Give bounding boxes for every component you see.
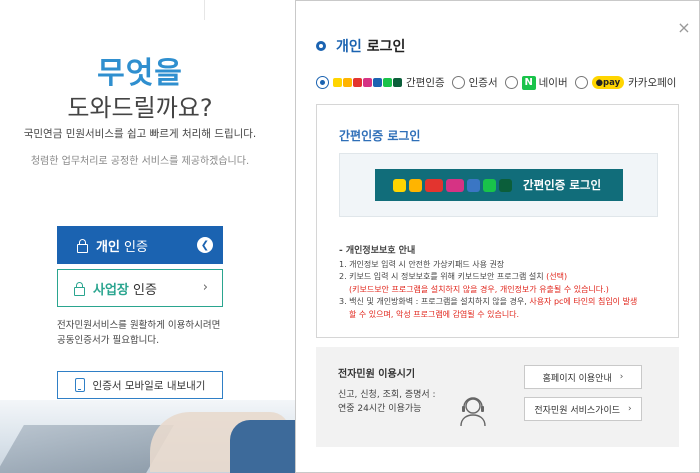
easy-auth-panel: 간편인증 로그인 [339, 153, 658, 217]
login-modal: × 개인 로그인 간편인증 인증서 N 네이버 ● pay 카카오페이 간편인증… [295, 0, 700, 473]
radio-easy-auth[interactable]: 간편인증 [316, 75, 445, 90]
kakaopay-icon: ● pay [591, 76, 625, 89]
radio-certificate[interactable]: 인증서 [451, 75, 498, 90]
headline-line2: 도와드릴까요? [67, 94, 213, 122]
radio-button[interactable] [574, 76, 588, 89]
subtitle-secondary: 청렴한 업무처리로 공정한 서비스를 제공하겠습니다. [30, 156, 250, 167]
provider-icon [409, 178, 422, 192]
certificate-notice: 전자민원서비스를 원활하게 이용하시려면 공동인증서가 필요합니다. [57, 320, 221, 346]
chevron-right-icon: › [202, 280, 208, 295]
divider [204, 0, 205, 20]
login-method-radio-group: 간편인증 인증서 N 네이버 ● pay 카카오페이 [316, 75, 683, 90]
chevron-left-icon: ❮ [197, 237, 213, 253]
privacy-notice: - 개인정보보호 안내 1. 개인정보 입력 시 안전한 가상키패드 사용 권장… [339, 246, 638, 319]
chevron-right-icon: › [628, 404, 632, 414]
subtitle-primary: 국민연금 민원서비스를 쉽고 빠르게 처리해 드립니다. [23, 128, 257, 140]
radio-kakaopay[interactable]: ● pay 카카오페이 [574, 75, 677, 90]
section-title: 간편인증 로그인 [339, 129, 421, 143]
personal-auth-button[interactable]: 개인 인증 ❮ [57, 226, 223, 264]
footer-line2: 연중 24시간 이용가능 [338, 404, 422, 414]
homepage-guide-button[interactable]: 홈페이지 이용안내 › [524, 365, 642, 389]
service-guide-button[interactable]: 전자민원 서비스가이드 › [524, 397, 642, 421]
export-to-mobile-button[interactable]: 인증서 모바일로 내보내기 [57, 371, 223, 399]
modal-title: 개인 로그인 [316, 36, 405, 56]
lock-icon [77, 239, 88, 253]
title-bullet-icon [316, 41, 326, 51]
provider-icon [425, 178, 443, 192]
chevron-right-icon: › [619, 372, 624, 382]
export-to-mobile-label: 인증서 모바일로 내보내기 [92, 379, 206, 392]
footer-line1: 신고, 신청, 조회, 증명서 : [338, 390, 436, 400]
easy-auth-section: 간편인증 로그인 간편인증 로그인 - 개인정보보호 안내 1. 개인정보 입력… [316, 104, 679, 338]
naver-icon [483, 178, 496, 192]
radio-naver[interactable]: N 네이버 [504, 75, 568, 90]
footer-title: 전자민원 이용시기 [338, 369, 416, 380]
radio-label: 카카오페이 [628, 77, 677, 89]
radio-button[interactable] [316, 76, 329, 89]
lock-icon [74, 282, 85, 296]
service-hours-footer: 전자민원 이용시기 신고, 신청, 조회, 증명서 : 연중 24시간 이용가능… [316, 347, 679, 447]
naver-icon: N [521, 75, 536, 90]
business-auth-label: 사업장 인증 [93, 282, 157, 298]
pass-icon [446, 178, 464, 192]
phone-icon [74, 378, 85, 392]
landing-panel: 무엇을 도와드릴까요? 국민연금 민원서비스를 쉽고 빠르게 처리해 드립니다.… [0, 0, 296, 473]
hero-photo [0, 400, 296, 473]
radio-label: 간편인증 [406, 77, 445, 89]
radio-label: 인증서 [468, 77, 498, 89]
personal-auth-label: 개인 인증 [96, 239, 148, 255]
easy-auth-login-label: 간편인증 로그인 [523, 178, 602, 192]
payco-icon [467, 178, 480, 192]
kakao-icon [393, 178, 406, 192]
radio-label: 네이버 [538, 77, 568, 89]
business-auth-button[interactable]: 사업장 인증 › [57, 269, 223, 307]
radio-button[interactable] [504, 76, 518, 89]
easy-auth-provider-icons [333, 78, 403, 87]
provider-icon [499, 178, 512, 192]
headline-line1: 무엇을 [97, 56, 183, 91]
radio-button[interactable] [451, 76, 465, 89]
headset-icon [460, 397, 486, 427]
easy-auth-login-button[interactable]: 간편인증 로그인 [375, 169, 623, 201]
close-icon[interactable]: × [677, 20, 691, 36]
